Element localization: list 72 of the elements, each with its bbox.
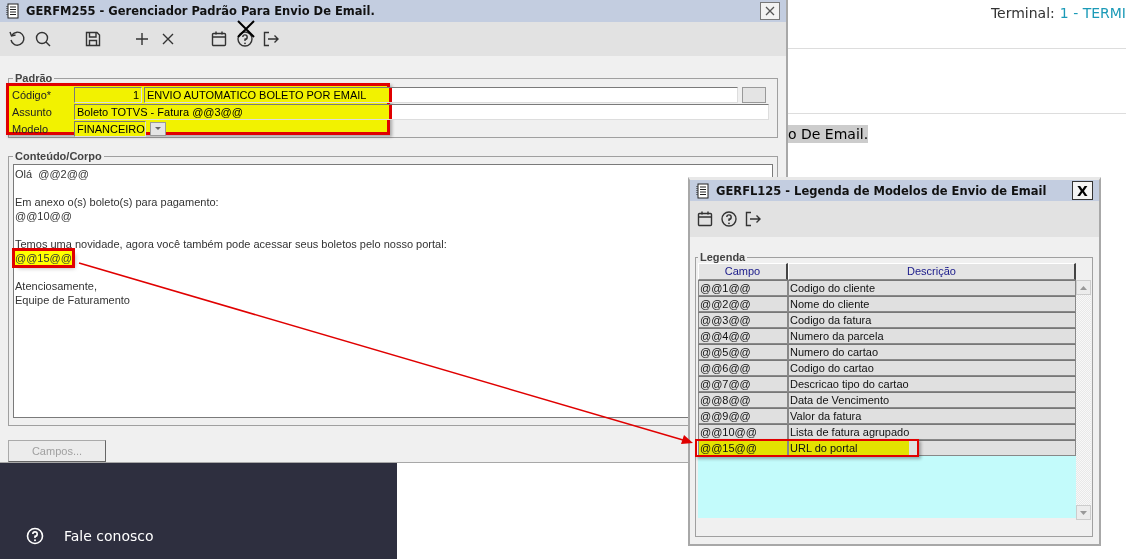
refresh-icon[interactable] — [8, 30, 26, 48]
table-cell: URL do portal — [788, 440, 1076, 456]
calendar-icon[interactable] — [696, 210, 714, 228]
model-dropdown[interactable]: FINANCEIRO — [74, 121, 146, 137]
body-line: Olá @@2@@ — [15, 167, 89, 181]
body-line: Atenciosamente, — [15, 279, 97, 293]
table-cell: Codigo do cartao — [788, 360, 1076, 376]
dropdown-button[interactable] — [150, 122, 166, 136]
table-cell: @@5@@ — [698, 344, 788, 360]
exit-icon[interactable] — [744, 210, 762, 228]
table-cell: @@2@@ — [698, 296, 788, 312]
table-row[interactable]: @@15@@ URL do portal — [698, 440, 1076, 456]
window-title: GERFM255 - Gerenciador Padrão Para Envio De Email. — [26, 4, 376, 18]
calendar-icon[interactable] — [210, 30, 228, 48]
table-row[interactable]: @@1@@ Codigo do cliente — [698, 280, 1076, 296]
body-line: Equipe de Faturamento — [15, 293, 130, 307]
table-cell: @@4@@ — [698, 328, 788, 344]
table-cell: Numero do cartao — [788, 344, 1076, 360]
body-line: Temos uma novidade, agora você também pode acessar seus boletos pelo nosso portal: — [15, 237, 447, 251]
table-row[interactable]: @@9@@ Valor da fatura — [698, 408, 1076, 424]
field-label: Código* — [11, 89, 53, 101]
close-icon — [765, 6, 775, 16]
field-label: Modelo — [11, 123, 50, 135]
document-icon — [696, 182, 710, 199]
table-cell: @@8@@ — [698, 392, 788, 408]
group-title: Padrão — [14, 72, 54, 84]
selected-text: o De Email. — [788, 125, 869, 143]
table-cell: @@7@@ — [698, 376, 788, 392]
table-row[interactable]: @@8@@ Data de Vencimento — [698, 392, 1076, 408]
exit-icon[interactable] — [262, 30, 280, 48]
table-cell: @@3@@ — [698, 312, 788, 328]
table-cell: Codigo do cliente — [788, 280, 1076, 296]
table-row[interactable]: @@10@@ Lista de fatura agrupado — [698, 424, 1076, 440]
subject-field[interactable]: Boleto TOTVS - Fatura @@3@@ — [74, 104, 769, 120]
table-row[interactable]: @@7@@ Descricao tipo do cartao — [698, 376, 1076, 392]
sidebar-item[interactable]: Fale conosco — [64, 528, 154, 544]
table-row[interactable]: @@4@@ Numero da parcela — [698, 328, 1076, 344]
table-cell: Descricao tipo do cartao — [788, 376, 1076, 392]
save-icon[interactable] — [84, 30, 102, 48]
table-row[interactable]: @@2@@ Nome do cliente — [698, 296, 1076, 312]
field-label: Assunto — [11, 106, 53, 118]
table-cell: @@9@@ — [698, 408, 788, 424]
search-icon[interactable] — [34, 30, 52, 48]
add-icon[interactable] — [134, 31, 150, 47]
table-cell: Numero da parcela — [788, 328, 1076, 344]
document-icon — [6, 3, 20, 19]
table-cell: @@10@@ — [698, 424, 788, 440]
body-line: @@10@@ — [15, 209, 72, 223]
table-cell: Codigo da fatura — [788, 312, 1076, 328]
table-cell: Nome do cliente — [788, 296, 1076, 312]
group-title: Legenda — [699, 251, 747, 263]
close-button[interactable] — [760, 2, 780, 20]
code-field[interactable]: 1 — [74, 87, 142, 103]
table-row[interactable]: @@3@@ Codigo da fatura — [698, 312, 1076, 328]
table-cell: @@6@@ — [698, 360, 788, 376]
close-icon[interactable] — [160, 31, 176, 47]
body-line: Em anexo o(s) boleto(s) para pagamento: — [15, 195, 219, 209]
close-button[interactable]: X — [1072, 181, 1093, 200]
caret-icon — [155, 127, 161, 131]
description-field[interactable]: ENVIO AUTOMATICO BOLETO POR EMAIL — [144, 87, 738, 103]
terminal-label: Terminal: — [990, 5, 1055, 23]
column-header[interactable]: Campo — [698, 263, 788, 280]
column-header[interactable]: Descrição — [788, 263, 1076, 280]
table-cell: Lista de fatura agrupado — [788, 424, 1076, 440]
table-cell: Data de Vencimento — [788, 392, 1076, 408]
table-row[interactable]: @@5@@ Numero do cartao — [698, 344, 1076, 360]
table-row[interactable]: @@6@@ Codigo do cartao — [698, 360, 1076, 376]
group-title: Conteúdo/Corpo — [14, 150, 103, 162]
table-cell: @@1@@ — [698, 280, 788, 296]
window-title: GERFL125 - Legenda de Modelos de Envio de Email — [716, 183, 1048, 198]
terminal-value: 1 - TERMI — [1059, 5, 1126, 23]
table-cell: Valor da fatura — [788, 408, 1076, 424]
